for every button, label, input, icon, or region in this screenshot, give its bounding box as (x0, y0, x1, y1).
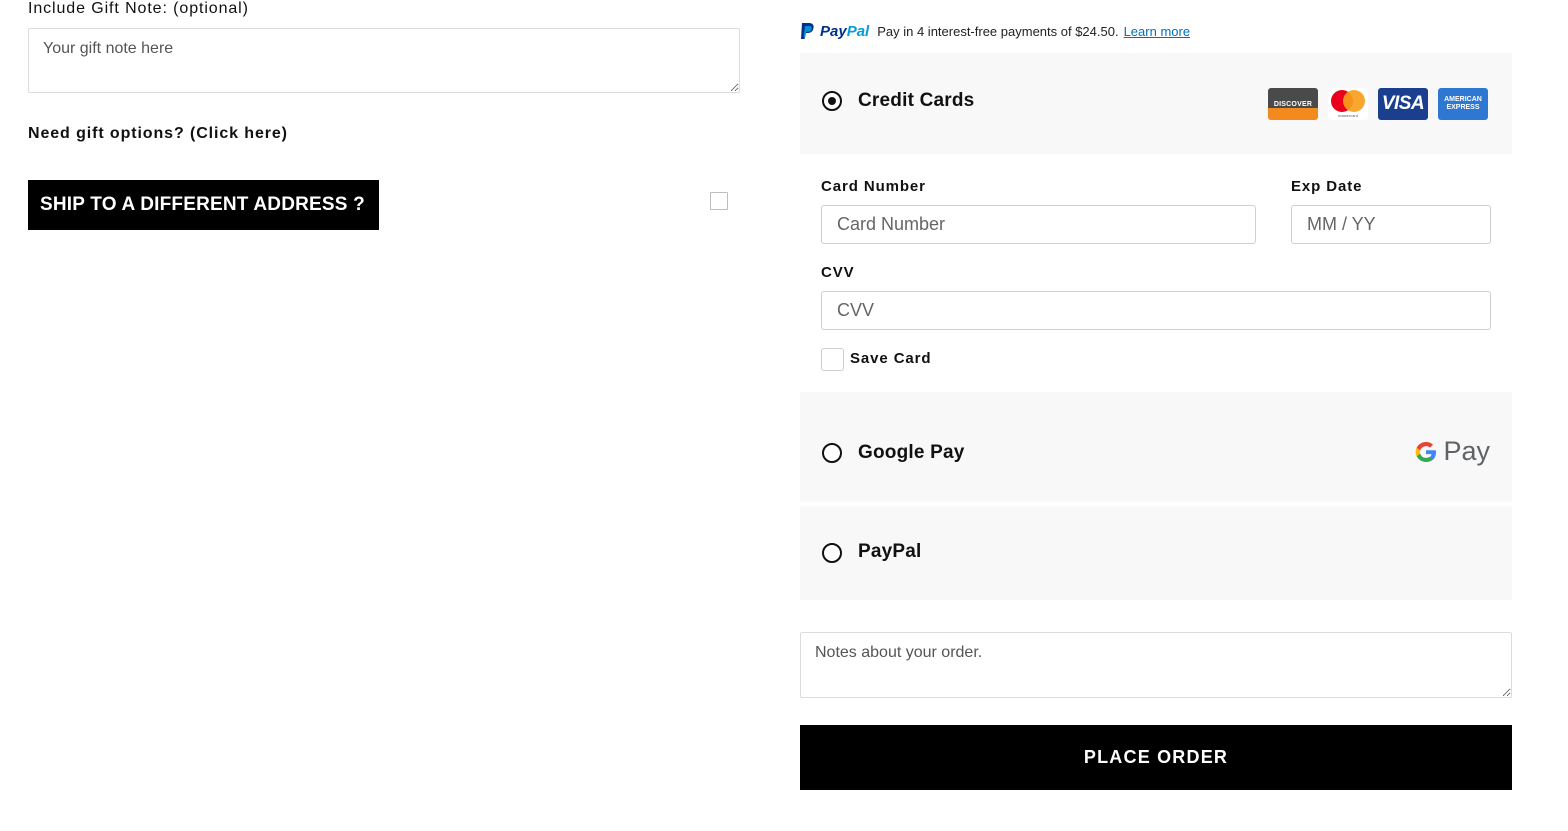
gift-options-link[interactable]: Need gift options? (Click here) (28, 125, 288, 143)
google-pay-logo: Pay (1414, 436, 1490, 467)
save-card-label: Save Card (850, 350, 932, 367)
card-number-label: Card Number (821, 178, 926, 195)
google-pay-wordmark: Pay (1443, 436, 1490, 466)
exp-date-input[interactable] (1291, 205, 1491, 244)
paypal-radio[interactable] (822, 543, 842, 563)
gift-note-input[interactable] (28, 28, 740, 93)
cvv-label: CVV (821, 264, 855, 281)
ship-to-different-address-checkbox[interactable] (710, 192, 728, 210)
paypal-wordmark: PayPal (820, 22, 870, 40)
card-brand-logos: DISCOVER mastercard VISA AMERICAN EXPRES… (1268, 88, 1488, 120)
place-order-button[interactable]: PLACE ORDER (800, 725, 1512, 790)
paypal-p-icon (801, 23, 814, 39)
card-number-input[interactable] (821, 205, 1256, 244)
google-g-icon (1416, 441, 1437, 462)
credit-cards-label: Credit Cards (858, 90, 975, 111)
save-card-checkbox[interactable] (821, 348, 844, 371)
paypal-banner-message: Pay in 4 interest-free payments of $24.5… (877, 23, 1119, 39)
credit-cards-radio[interactable] (822, 91, 842, 111)
credit-cards-option[interactable]: Credit Cards DISCOVER mastercard VISA AM… (800, 53, 1512, 154)
amex-card-icon: AMERICAN EXPRESS (1438, 88, 1488, 120)
mastercard-icon: mastercard (1328, 88, 1368, 120)
gift-note-label: Include Gift Note: (optional) (28, 0, 249, 17)
paypal-pay-later-banner: PayPal Pay in 4 interest-free payments o… (800, 20, 1190, 42)
paypal-label: PayPal (858, 541, 922, 562)
ship-to-different-address-button[interactable]: SHIP TO A DIFFERENT ADDRESS ? (28, 180, 379, 230)
order-notes-input[interactable] (800, 632, 1512, 698)
paypal-learn-more-link[interactable]: Learn more (1124, 24, 1190, 39)
paypal-option[interactable]: PayPal (800, 506, 1512, 600)
exp-date-label: Exp Date (1291, 178, 1363, 195)
discover-card-icon: DISCOVER (1268, 88, 1318, 120)
google-pay-label: Google Pay (858, 442, 965, 463)
cvv-input[interactable] (821, 291, 1491, 330)
google-pay-radio[interactable] (822, 443, 842, 463)
google-pay-option[interactable]: Google Pay Pay (800, 392, 1512, 502)
visa-card-icon: VISA (1378, 88, 1428, 120)
paypal-logo: PayPal (800, 22, 869, 40)
